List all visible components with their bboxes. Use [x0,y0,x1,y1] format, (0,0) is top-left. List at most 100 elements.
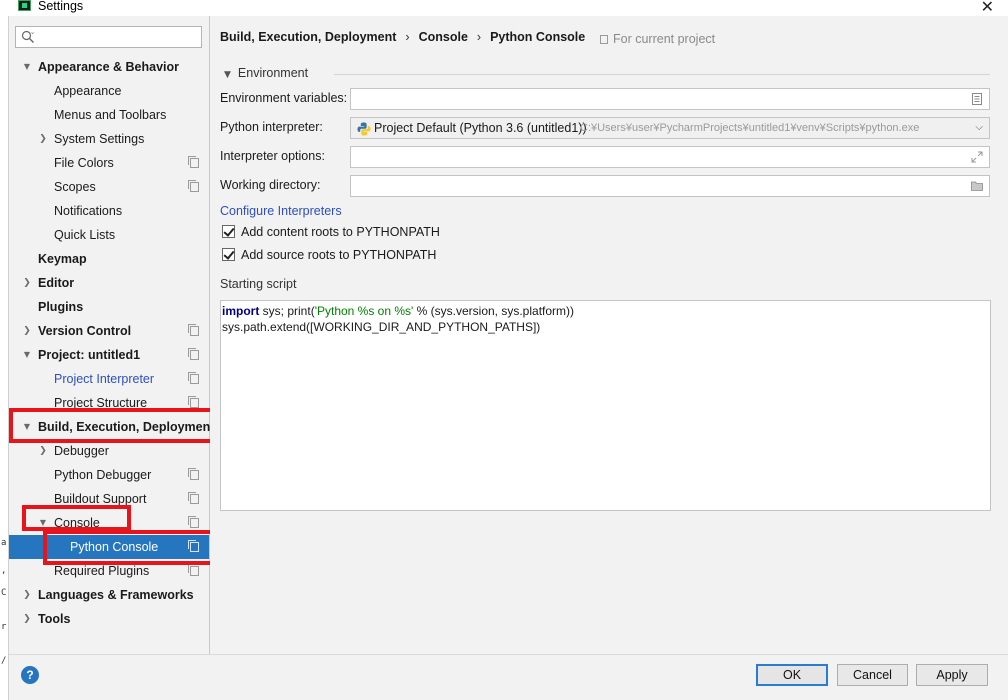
content-roots-checkbox[interactable]: Add content roots to PYTHONPATH [222,225,440,239]
title-bar: Settings ✕ [0,0,1008,16]
project-scope-icon [600,35,608,44]
chevron-down-icon: ⌵ [975,122,983,133]
interpreter-options-label: Interpreter options: [220,149,325,163]
sidebar-item-label: Keymap [38,252,87,266]
sidebar-item-quick-lists[interactable]: Quick Lists [9,223,209,247]
scope-note-text: For current project [613,32,716,46]
folder-icon[interactable] [971,180,983,192]
sidebar-item-project-structure[interactable]: Project Structure [9,391,209,415]
sidebar-item-label: File Colors [54,156,114,170]
sidebar-item-build-execution-deployment[interactable]: ▼ Build, Execution, Deployment [9,415,215,439]
sidebar-item-project-interpreter[interactable]: Project Interpreter [9,367,209,391]
sidebar-item-appearance[interactable]: Appearance [9,79,209,103]
code-line: sys.path.extend([WORKING_DIR_AND_PYTHON_… [222,320,541,334]
close-icon[interactable]: ✕ [981,0,994,16]
sidebar-item-label: Plugins [38,300,84,314]
search-input[interactable] [15,26,202,48]
source-roots-checkbox[interactable]: Add source roots to PYTHONPATH [222,248,436,262]
project-scope-icon [188,348,199,360]
source-roots-label: Add source roots to PYTHONPATH [241,248,437,262]
env-vars-field[interactable] [350,88,990,110]
project-scope-icon [188,492,199,504]
sidebar-item-label: Version Control [38,324,132,338]
sidebar-item-label: Tools [38,612,71,626]
sidebar-item-label: Project Structure [54,396,148,410]
sidebar-item-label: Editor [38,276,75,290]
project-scope-icon [188,156,199,168]
sidebar-item-plugins[interactable]: Plugins [9,295,209,319]
sidebar-item-label: System Settings [54,132,145,146]
ok-button[interactable]: OK [756,664,828,686]
project-scope-icon [188,516,199,528]
chevron-down-icon[interactable]: ▼ [21,343,33,367]
sidebar-item-python-debugger[interactable]: Python Debugger [9,463,209,487]
sidebar-item-scopes[interactable]: Scopes [9,175,209,199]
chevron-down-icon[interactable]: ▼ [21,415,33,439]
sidebar-item-console[interactable]: ▼ Console [9,511,209,535]
sidebar-item-label: Appearance & Behavior [38,60,180,74]
interpreter-path: C:¥Users¥user¥PycharmProjects¥untitled1¥… [580,122,920,134]
chevron-right-icon[interactable]: ❯ [37,439,49,463]
sidebar-item-appearance-behavior[interactable]: ▼ Appearance & Behavior [9,55,209,79]
interpreter-name: Project Default (Python 3.6 (untitled1)) [374,121,587,135]
sidebar-item-label: Build, Execution, Deployment [38,420,215,434]
document-list-icon[interactable] [971,93,983,105]
expand-icon[interactable] [971,151,983,163]
breadcrumb-separator: › [405,30,410,44]
working-directory-label: Working directory: [220,178,321,192]
search-icon [21,30,35,43]
sidebar-item-file-colors[interactable]: File Colors [9,151,209,175]
starting-script-editor[interactable]: import sys; print('Python %s on %s' % (s… [220,300,991,511]
project-scope-icon [188,180,199,192]
chevron-right-icon[interactable]: ❯ [21,271,33,295]
env-vars-label: Environment variables: [220,91,348,105]
project-scope-icon [188,396,199,408]
python-interpreter-label: Python interpreter: [220,120,323,134]
sidebar-item-label: Scopes [54,180,96,194]
chevron-down-icon[interactable]: ▼ [37,511,49,535]
window-title: Settings [38,0,84,13]
sidebar-item-editor[interactable]: ❯ Editor [9,271,209,295]
sidebar-item-project-untitled1[interactable]: ▼ Project: untitled1 [9,343,209,367]
sidebar-item-buildout-support[interactable]: Buildout Support [9,487,209,511]
checkbox-checked-icon[interactable] [222,248,235,261]
starting-script-label: Starting script [220,277,297,291]
chevron-down-icon[interactable]: ▼ [21,55,33,79]
checkbox-checked-icon[interactable] [222,225,235,238]
configure-interpreters-link[interactable]: Configure Interpreters [220,204,342,218]
sidebar-item-label: Python Console [70,540,159,554]
sidebar-item-label: Buildout Support [54,492,147,506]
breadcrumb-item: Python Console [490,30,586,44]
python-interpreter-dropdown[interactable]: Project Default (Python 3.6 (untitled1))… [350,117,990,139]
dialog-button-bar: ? OK Cancel Apply [9,654,1008,700]
collapse-triangle-icon: ▼ [224,70,231,80]
working-directory-field[interactable] [350,175,990,197]
sidebar-item-menus-and-toolbars[interactable]: Menus and Toolbars [9,103,209,127]
project-scope-icon [188,468,199,480]
project-scope-icon [188,324,199,336]
sidebar-item-version-control[interactable]: ❯ Version Control [9,319,209,343]
apply-button[interactable]: Apply [916,664,988,686]
sidebar-item-languages-frameworks[interactable]: ❯ Languages & Frameworks [9,583,209,607]
cancel-button[interactable]: Cancel [837,664,908,686]
sidebar-item-required-plugins[interactable]: Required Plugins [9,559,209,583]
content-roots-label: Add content roots to PYTHONPATH [241,225,440,239]
sidebar-item-python-console[interactable]: Python Console [9,535,209,559]
interpreter-options-field[interactable] [350,146,990,168]
chevron-right-icon[interactable]: ❯ [37,127,49,151]
sidebar-item-notifications[interactable]: Notifications [9,199,209,223]
chevron-right-icon[interactable]: ❯ [21,607,33,631]
chevron-right-icon[interactable]: ❯ [21,583,33,607]
environment-section-header[interactable]: ▼ Environment [224,66,308,80]
sidebar-item-debugger[interactable]: ❯ Debugger [9,439,209,463]
sidebar-item-label: Appearance [54,84,122,98]
sidebar-item-tools[interactable]: ❯ Tools [9,607,209,631]
settings-content-panel: Build, Execution, Deployment › Console › Pyt… [210,16,1008,654]
sidebar-item-label: Python Debugger [54,468,152,482]
sidebar-item-keymap[interactable]: Keymap [9,247,209,271]
sidebar-item-system-settings[interactable]: ❯ System Settings [9,127,209,151]
project-scope-icon [188,540,199,552]
help-button[interactable]: ? [21,666,39,684]
python-logo-icon [357,122,371,136]
chevron-right-icon[interactable]: ❯ [21,319,33,343]
